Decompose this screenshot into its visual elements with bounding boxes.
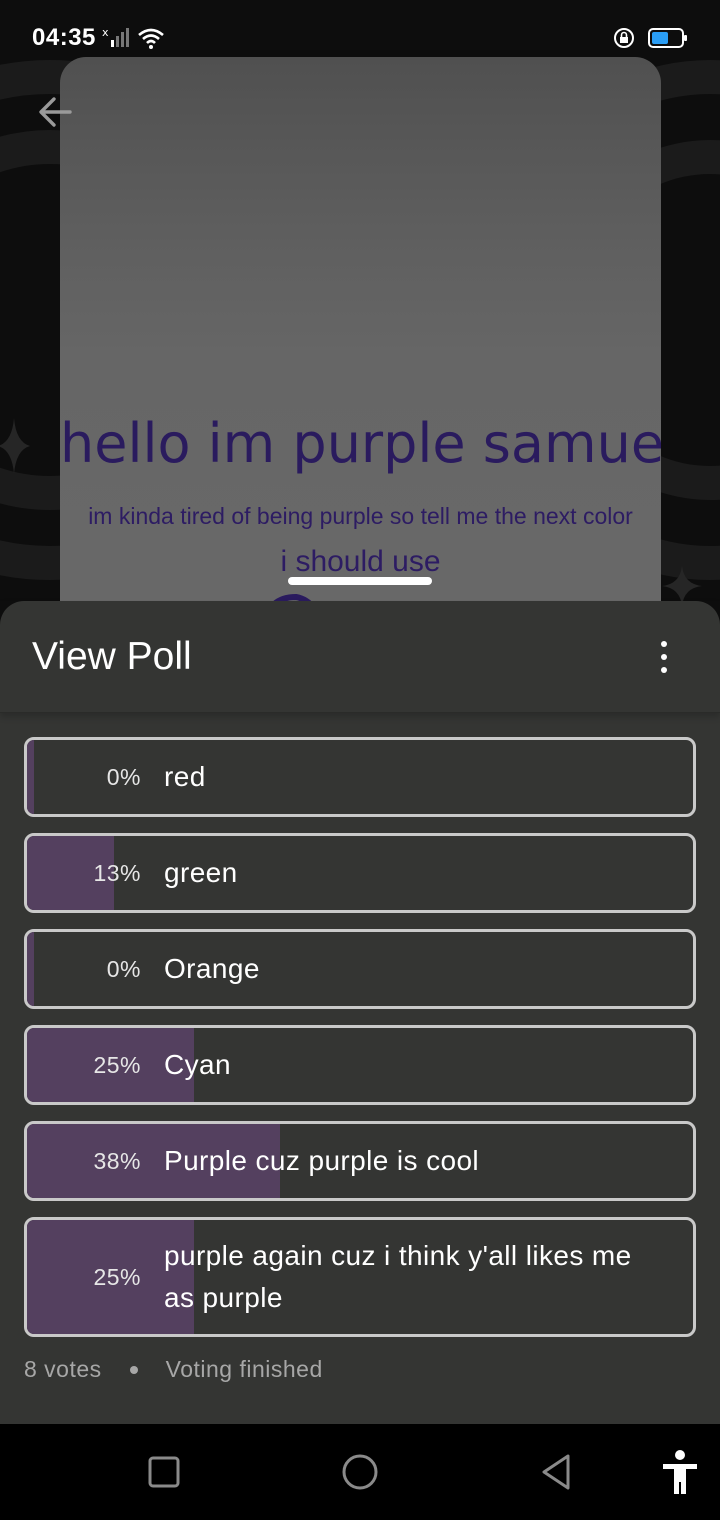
poll-option-percent: 25% [93, 1051, 141, 1078]
poll-option-percent: 38% [93, 1147, 141, 1174]
poll-option[interactable]: 13% green [24, 833, 696, 913]
poll-option-label: purple again cuz i think y'all likes me … [164, 1240, 632, 1313]
poll-option-percent: 0% [106, 763, 141, 790]
back-arrow-icon[interactable] [34, 90, 78, 134]
poll-option-label: Purple cuz purple is cool [164, 1145, 480, 1176]
poll-option-percent: 25% [93, 1263, 141, 1290]
signal-icon: x [102, 26, 129, 47]
poll-option-percent: 0% [106, 955, 141, 982]
poll-status: Voting finished [165, 1356, 323, 1382]
poll-option[interactable]: 0% Orange [24, 929, 696, 1009]
poll-option[interactable]: 25% Cyan [24, 1025, 696, 1105]
story-card[interactable]: hello im purple samuel im kinda tired of… [60, 57, 661, 657]
story-subtitle-continued: i should use [280, 545, 441, 578]
back-nav-icon[interactable] [538, 1448, 574, 1496]
recent-apps-icon[interactable] [146, 1448, 182, 1496]
story-subtitle: im kinda tired of being purple so tell m… [88, 503, 633, 529]
poll-option[interactable]: 0% red [24, 737, 696, 817]
story-title: hello im purple samuel [60, 412, 661, 475]
sparkle-icon [0, 418, 30, 474]
status-time: 04:35 [32, 24, 96, 51]
poll-option[interactable]: 25% purple again cuz i think y'all likes… [24, 1217, 696, 1337]
poll-option-label: green [164, 857, 238, 888]
more-options-icon[interactable] [658, 637, 670, 677]
poll-option[interactable]: 38% Purple cuz purple is cool [24, 1121, 696, 1201]
battery-icon [648, 28, 687, 48]
poll-sheet: View Poll 0% red 13% green 0% Orange 25%… [0, 601, 720, 1424]
vote-count: 8 votes [24, 1356, 102, 1382]
sheet-drag-handle[interactable] [288, 577, 432, 585]
poll-option-label: Orange [164, 953, 260, 984]
svg-text:x: x [102, 26, 109, 39]
poll-options: 0% red 13% green 0% Orange 25% Cyan 38% … [24, 737, 696, 1353]
poll-option-label: Cyan [164, 1049, 231, 1080]
poll-option-percent: 13% [93, 859, 141, 886]
accessibility-icon[interactable] [660, 1448, 700, 1496]
rotation-lock-icon [614, 28, 634, 48]
sheet-title: View Poll [32, 634, 192, 678]
wifi-icon [138, 28, 164, 49]
sparkle-icon [662, 566, 702, 606]
poll-footer: 8 votes Voting finished [24, 1356, 323, 1383]
status-bar: 04:35 x [0, 0, 720, 76]
separator-dot [129, 1365, 138, 1374]
sheet-header: View Poll [0, 601, 720, 713]
navigation-bar [0, 1424, 720, 1520]
poll-option-label: red [164, 761, 206, 792]
home-icon[interactable] [340, 1448, 380, 1496]
